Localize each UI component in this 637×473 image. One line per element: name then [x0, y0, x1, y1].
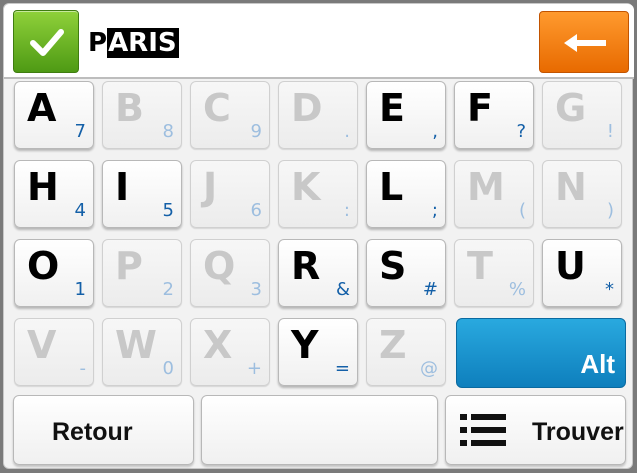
alt-key[interactable]: Alt — [456, 318, 626, 388]
key-r[interactable]: R & — [278, 239, 358, 307]
key-letter: A — [27, 86, 57, 130]
key-letter: D — [291, 86, 323, 130]
key-z: Z @ — [366, 318, 446, 386]
key-alt-char: @ — [420, 358, 438, 379]
key-d: D. — [278, 81, 358, 149]
key-alt-char: 5 — [162, 200, 174, 221]
key-alt-char: + — [246, 358, 262, 379]
key-alt-char: ! — [606, 121, 614, 142]
key-letter: L — [379, 165, 404, 209]
checkmark-icon — [30, 29, 64, 56]
key-c: C9 — [190, 81, 270, 149]
list-icon — [460, 414, 506, 446]
key-letter: C — [203, 86, 231, 130]
key-b: B8 — [102, 81, 182, 149]
key-q: Q3 — [190, 239, 270, 307]
key-alt-char: ) — [606, 200, 614, 221]
key-letter: O — [27, 244, 60, 288]
key-letter: B — [115, 86, 144, 130]
key-alt-char: , — [432, 121, 438, 142]
input-text-selected: ARIS — [107, 28, 179, 58]
confirm-button[interactable] — [13, 10, 79, 73]
key-letter: U — [555, 244, 586, 288]
key-alt-char: 9 — [250, 121, 262, 142]
key-e[interactable]: E, — [366, 81, 446, 149]
key-letter: E — [379, 86, 405, 130]
key-alt-char: 4 — [74, 200, 86, 221]
key-letter: X — [203, 323, 233, 367]
key-letter: Y — [291, 323, 319, 367]
key-alt-char: 0 — [162, 358, 174, 379]
keyboard-panel: PARIS A 7 B 8 C 9 D. E, F? G! H 4 I 5 J 6 K: L; M(N) O 1 P 2 Q 3… — [3, 3, 634, 469]
key-alt-char: = — [334, 358, 350, 379]
trouver-label: Trouver — [532, 418, 624, 446]
key-letter: G — [555, 86, 587, 130]
key-letter: J — [203, 165, 218, 209]
key-alt-char: 8 — [162, 121, 174, 142]
key-g: G! — [542, 81, 622, 149]
key-letter: H — [27, 165, 59, 209]
key-alt-char: ; — [431, 200, 438, 221]
key-x: X + — [190, 318, 270, 386]
key-alt-char: 3 — [250, 279, 262, 300]
key-m: M( — [454, 160, 534, 228]
key-alt-char: . — [344, 121, 350, 142]
key-letter: Q — [203, 244, 236, 288]
key-i[interactable]: I5 — [102, 160, 182, 228]
retour-button[interactable]: Retour — [13, 395, 194, 465]
key-p: P2 — [102, 239, 182, 307]
retour-label: Retour — [52, 418, 133, 446]
space-button[interactable] — [201, 395, 438, 465]
key-a[interactable]: A7 — [14, 81, 94, 149]
key-alt-char: ? — [516, 121, 526, 142]
search-input[interactable]: PARIS — [88, 25, 179, 61]
key-letter: S — [379, 244, 407, 288]
key-letter: M — [467, 165, 505, 209]
key-y[interactable]: Y = — [278, 318, 358, 386]
key-letter: N — [555, 165, 587, 209]
trouver-button[interactable]: Trouver — [445, 395, 626, 465]
key-alt-char: 6 — [250, 200, 262, 221]
arrow-left-icon — [564, 34, 606, 52]
key-alt-char: - — [79, 358, 87, 379]
key-letter: I — [115, 165, 130, 209]
key-alt-char: ( — [518, 200, 526, 221]
key-alt-char: & — [335, 279, 350, 300]
key-k: K: — [278, 160, 358, 228]
key-letter: W — [115, 323, 157, 367]
key-alt-char: : — [343, 200, 350, 221]
key-letter: P — [115, 244, 143, 288]
alt-key-label: Alt — [580, 349, 615, 379]
key-n: N) — [542, 160, 622, 228]
key-letter: V — [27, 323, 57, 367]
key-alt-char: % — [508, 279, 526, 300]
key-letter: R — [291, 244, 321, 288]
input-bar: PARIS — [4, 4, 634, 79]
key-alt-char: 2 — [162, 279, 174, 300]
key-s[interactable]: S # — [366, 239, 446, 307]
input-text-prefix: P — [88, 28, 108, 58]
key-j: J6 — [190, 160, 270, 228]
key-v: V- — [14, 318, 94, 386]
key-o[interactable]: O1 — [14, 239, 94, 307]
key-t: T% — [454, 239, 534, 307]
key-alt-char: * — [605, 279, 614, 300]
key-u[interactable]: U * — [542, 239, 622, 307]
key-h[interactable]: H4 — [14, 160, 94, 228]
key-letter: F — [467, 86, 493, 130]
key-alt-char: 1 — [74, 279, 86, 300]
key-letter: T — [467, 244, 493, 288]
key-alt-char: # — [422, 279, 438, 300]
key-f[interactable]: F? — [454, 81, 534, 149]
key-l[interactable]: L; — [366, 160, 446, 228]
key-letter: K — [291, 165, 321, 209]
backspace-button[interactable] — [539, 11, 629, 73]
key-w: W0 — [102, 318, 182, 386]
key-letter: Z — [379, 323, 407, 367]
key-alt-char: 7 — [74, 121, 86, 142]
